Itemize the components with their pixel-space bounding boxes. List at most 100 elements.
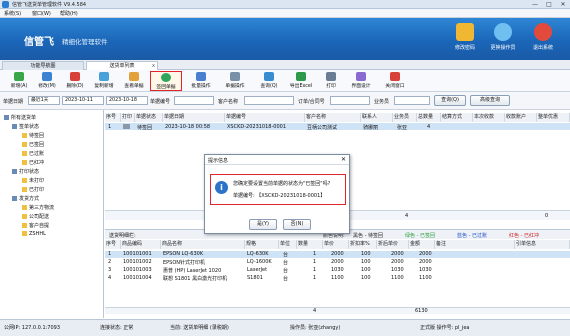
tree-item-print-status[interactable]: 打印状态 xyxy=(12,168,39,175)
dialog-yes-button[interactable]: 是(Y) xyxy=(249,219,277,230)
tab-navigation[interactable]: 功能导航图 xyxy=(2,61,84,70)
col-header[interactable]: 客户名称 xyxy=(305,113,361,122)
confirm-dialog: 提示信息 ✕ i 您确定要设置当前单据的状态为"已签回"吗? 单据编号: 【XS… xyxy=(204,154,350,234)
dialog-title: 提示信息 xyxy=(205,155,349,165)
menu-bar: 系统(S) 窗口(W) 帮助(H) xyxy=(0,9,570,18)
sign-back-button[interactable]: 签回单据 xyxy=(150,71,182,91)
minimize-button[interactable]: — xyxy=(528,0,542,9)
doc-number-label: 单据编号 xyxy=(150,99,171,105)
col-header[interactable]: 本次收款 xyxy=(473,113,505,122)
dialog-message: 您确定要设置当前单据的状态为"已签回"吗? xyxy=(233,181,331,187)
edit-button[interactable]: 修改(M) xyxy=(34,71,60,91)
col-header[interactable]: 收款账户 xyxy=(505,113,537,122)
col-header[interactable]: 整单优惠 xyxy=(537,113,570,122)
add-button[interactable]: 新增(A) xyxy=(6,71,32,91)
col-header[interactable]: 引单信息 xyxy=(515,240,570,249)
table-row[interactable]: 4 100101004 联想 S1801 黑白激光打印机 S1801 台 1 1100 100… xyxy=(105,275,570,282)
close-window-tool-button[interactable]: 关闭窗口 xyxy=(380,71,410,91)
view-document-button[interactable]: 查看单据 xyxy=(120,71,148,91)
tab-delivery-list[interactable]: 送货单列表 x xyxy=(86,61,158,70)
col-header[interactable]: 单据编号 xyxy=(225,113,305,122)
tree-item-all[interactable]: 所有送货单 xyxy=(4,114,36,121)
dialog-close-button[interactable]: ✕ xyxy=(341,156,346,163)
col-header[interactable]: 打印 xyxy=(121,113,135,122)
col-header[interactable]: 结算方式 xyxy=(441,113,473,122)
switch-operator-button[interactable]: 更换操作员 xyxy=(486,22,520,56)
tree-item-signed[interactable]: 已签回 xyxy=(22,141,44,148)
col-header[interactable]: 折扣率% xyxy=(349,240,377,249)
order-input[interactable] xyxy=(330,96,370,105)
col-header[interactable]: 单据状态 xyxy=(135,113,163,122)
col-header[interactable]: 备注 xyxy=(435,240,515,249)
salesman-label: 业务员 xyxy=(374,99,390,105)
tree-item-printed[interactable]: 已打印 xyxy=(22,186,44,193)
col-header[interactable]: 序号 xyxy=(105,240,121,249)
copy-new-button[interactable]: 复制新增 xyxy=(90,71,118,91)
tree-item-pending[interactable]: 待签回 xyxy=(22,132,44,139)
col-header[interactable]: 业务员 xyxy=(393,113,417,122)
tree-item-company-delivery[interactable]: 公司配送 xyxy=(22,213,49,220)
tree-item-sign-status[interactable]: 签单状态 xyxy=(12,123,39,130)
query-label: 查询(Q) xyxy=(260,84,278,89)
date-to-input[interactable]: 2023-10-18 xyxy=(106,96,148,105)
col-header[interactable]: 数量 xyxy=(297,240,323,249)
tree-item-reversed[interactable]: 已红冲 xyxy=(22,159,44,166)
layout-design-button[interactable]: 界面设计 xyxy=(346,71,376,91)
salesman-input[interactable] xyxy=(394,96,430,105)
exit-system-button[interactable]: 退出系统 xyxy=(526,22,560,56)
col-header[interactable]: 联系人 xyxy=(361,113,393,122)
table-row[interactable]: 1 待签回 2023-10-18 00:58 XSCKD-20231018-00… xyxy=(105,123,570,131)
tree-item-zshhl[interactable]: ZSHHL xyxy=(22,231,46,237)
doc-number-input[interactable] xyxy=(174,96,214,105)
menu-window[interactable]: 窗口(W) xyxy=(32,10,51,17)
col-header[interactable]: 序号 xyxy=(105,113,121,122)
col-header[interactable]: 单价 xyxy=(323,240,349,249)
customer-input[interactable] xyxy=(244,96,294,105)
menu-system[interactable]: 系统(S) xyxy=(4,10,21,17)
tree-item-posted[interactable]: 已过账 xyxy=(22,150,44,157)
delete-icon xyxy=(70,72,80,81)
col-header[interactable]: 折后单价 xyxy=(377,240,409,249)
search-icon xyxy=(264,72,274,81)
tree-item-shipping[interactable]: 发货方式 xyxy=(12,195,39,202)
date-range-select[interactable]: 最近1天 xyxy=(28,96,60,105)
close-window-button[interactable]: ✕ xyxy=(556,0,570,9)
query-button[interactable]: 查询(Q) xyxy=(256,71,282,91)
folder-icon xyxy=(22,231,27,236)
main-toolbar: 新增(A) 修改(M) 删除(D) 复制新增 查看单据 签回单据 批量操作 单据… xyxy=(0,70,570,92)
folder-icon xyxy=(12,169,17,174)
advanced-query-button[interactable]: 高级查询 xyxy=(470,95,510,106)
col-header[interactable]: 总数量 xyxy=(417,113,441,122)
document-operation-button[interactable]: 单据操作 xyxy=(220,71,250,91)
tree-item-unprinted[interactable]: 未打印 xyxy=(22,177,44,184)
col-header[interactable]: 商品名称 xyxy=(161,240,245,249)
col-header[interactable]: 规格 xyxy=(245,240,279,249)
query-search-button[interactable]: 查询(Q) xyxy=(434,95,466,106)
detail-title: 送货明细栏: xyxy=(109,233,136,239)
col-header[interactable]: 单位 xyxy=(279,240,297,249)
batch-operation-button[interactable]: 批量操作 xyxy=(186,71,216,91)
menu-help[interactable]: 帮助(H) xyxy=(60,10,78,17)
table-row[interactable]: 1 100101001 EPSON LQ-630K LQ-630K 台 1 2000 100 2… xyxy=(105,251,570,258)
table-row[interactable]: 2 100101002 EPSON针式打印机 LQ-1600K 台 1 2000 100 200… xyxy=(105,259,570,266)
col-header[interactable]: 金额 xyxy=(409,240,435,249)
dialog-doc-number: 单据编号: 【XSCKD-20231018-0001】 xyxy=(233,193,326,199)
tree-item-third-party[interactable]: 第三方物流 xyxy=(22,204,54,211)
print-button[interactable]: 打印 xyxy=(320,71,342,91)
col-header[interactable]: 单据日期 xyxy=(163,113,225,122)
status-operator: 操作员: 张亚(zhangy) xyxy=(290,325,341,331)
status-current: 当前: 送货单明细 (录税期) xyxy=(170,325,229,331)
close-window-label: 关闭窗口 xyxy=(385,84,405,89)
export-excel-button[interactable]: 导出Excel xyxy=(286,71,316,91)
col-header[interactable]: 商品编码 xyxy=(121,240,161,249)
date-from-input[interactable]: 2023-10-11 xyxy=(62,96,104,105)
table-row[interactable]: 3 100101003 惠普 (HP) LaserJet 1020 LaserJet 台… xyxy=(105,267,570,274)
cell-date: 2023-10-18 00:58 xyxy=(165,124,211,130)
delete-button[interactable]: 删除(D) xyxy=(62,71,88,91)
change-password-button[interactable]: 修改密码 xyxy=(448,22,482,56)
dialog-no-button[interactable]: 否(N) xyxy=(283,219,311,230)
tree-item-self-pickup[interactable]: 客户自提 xyxy=(22,222,49,229)
cell-status: 待签回 xyxy=(137,125,153,131)
maximize-button[interactable]: □ xyxy=(542,0,556,9)
dialog-content: i 您确定要设置当前单据的状态为"已签回"吗? 单据编号: 【XSCKD-202… xyxy=(210,174,346,205)
